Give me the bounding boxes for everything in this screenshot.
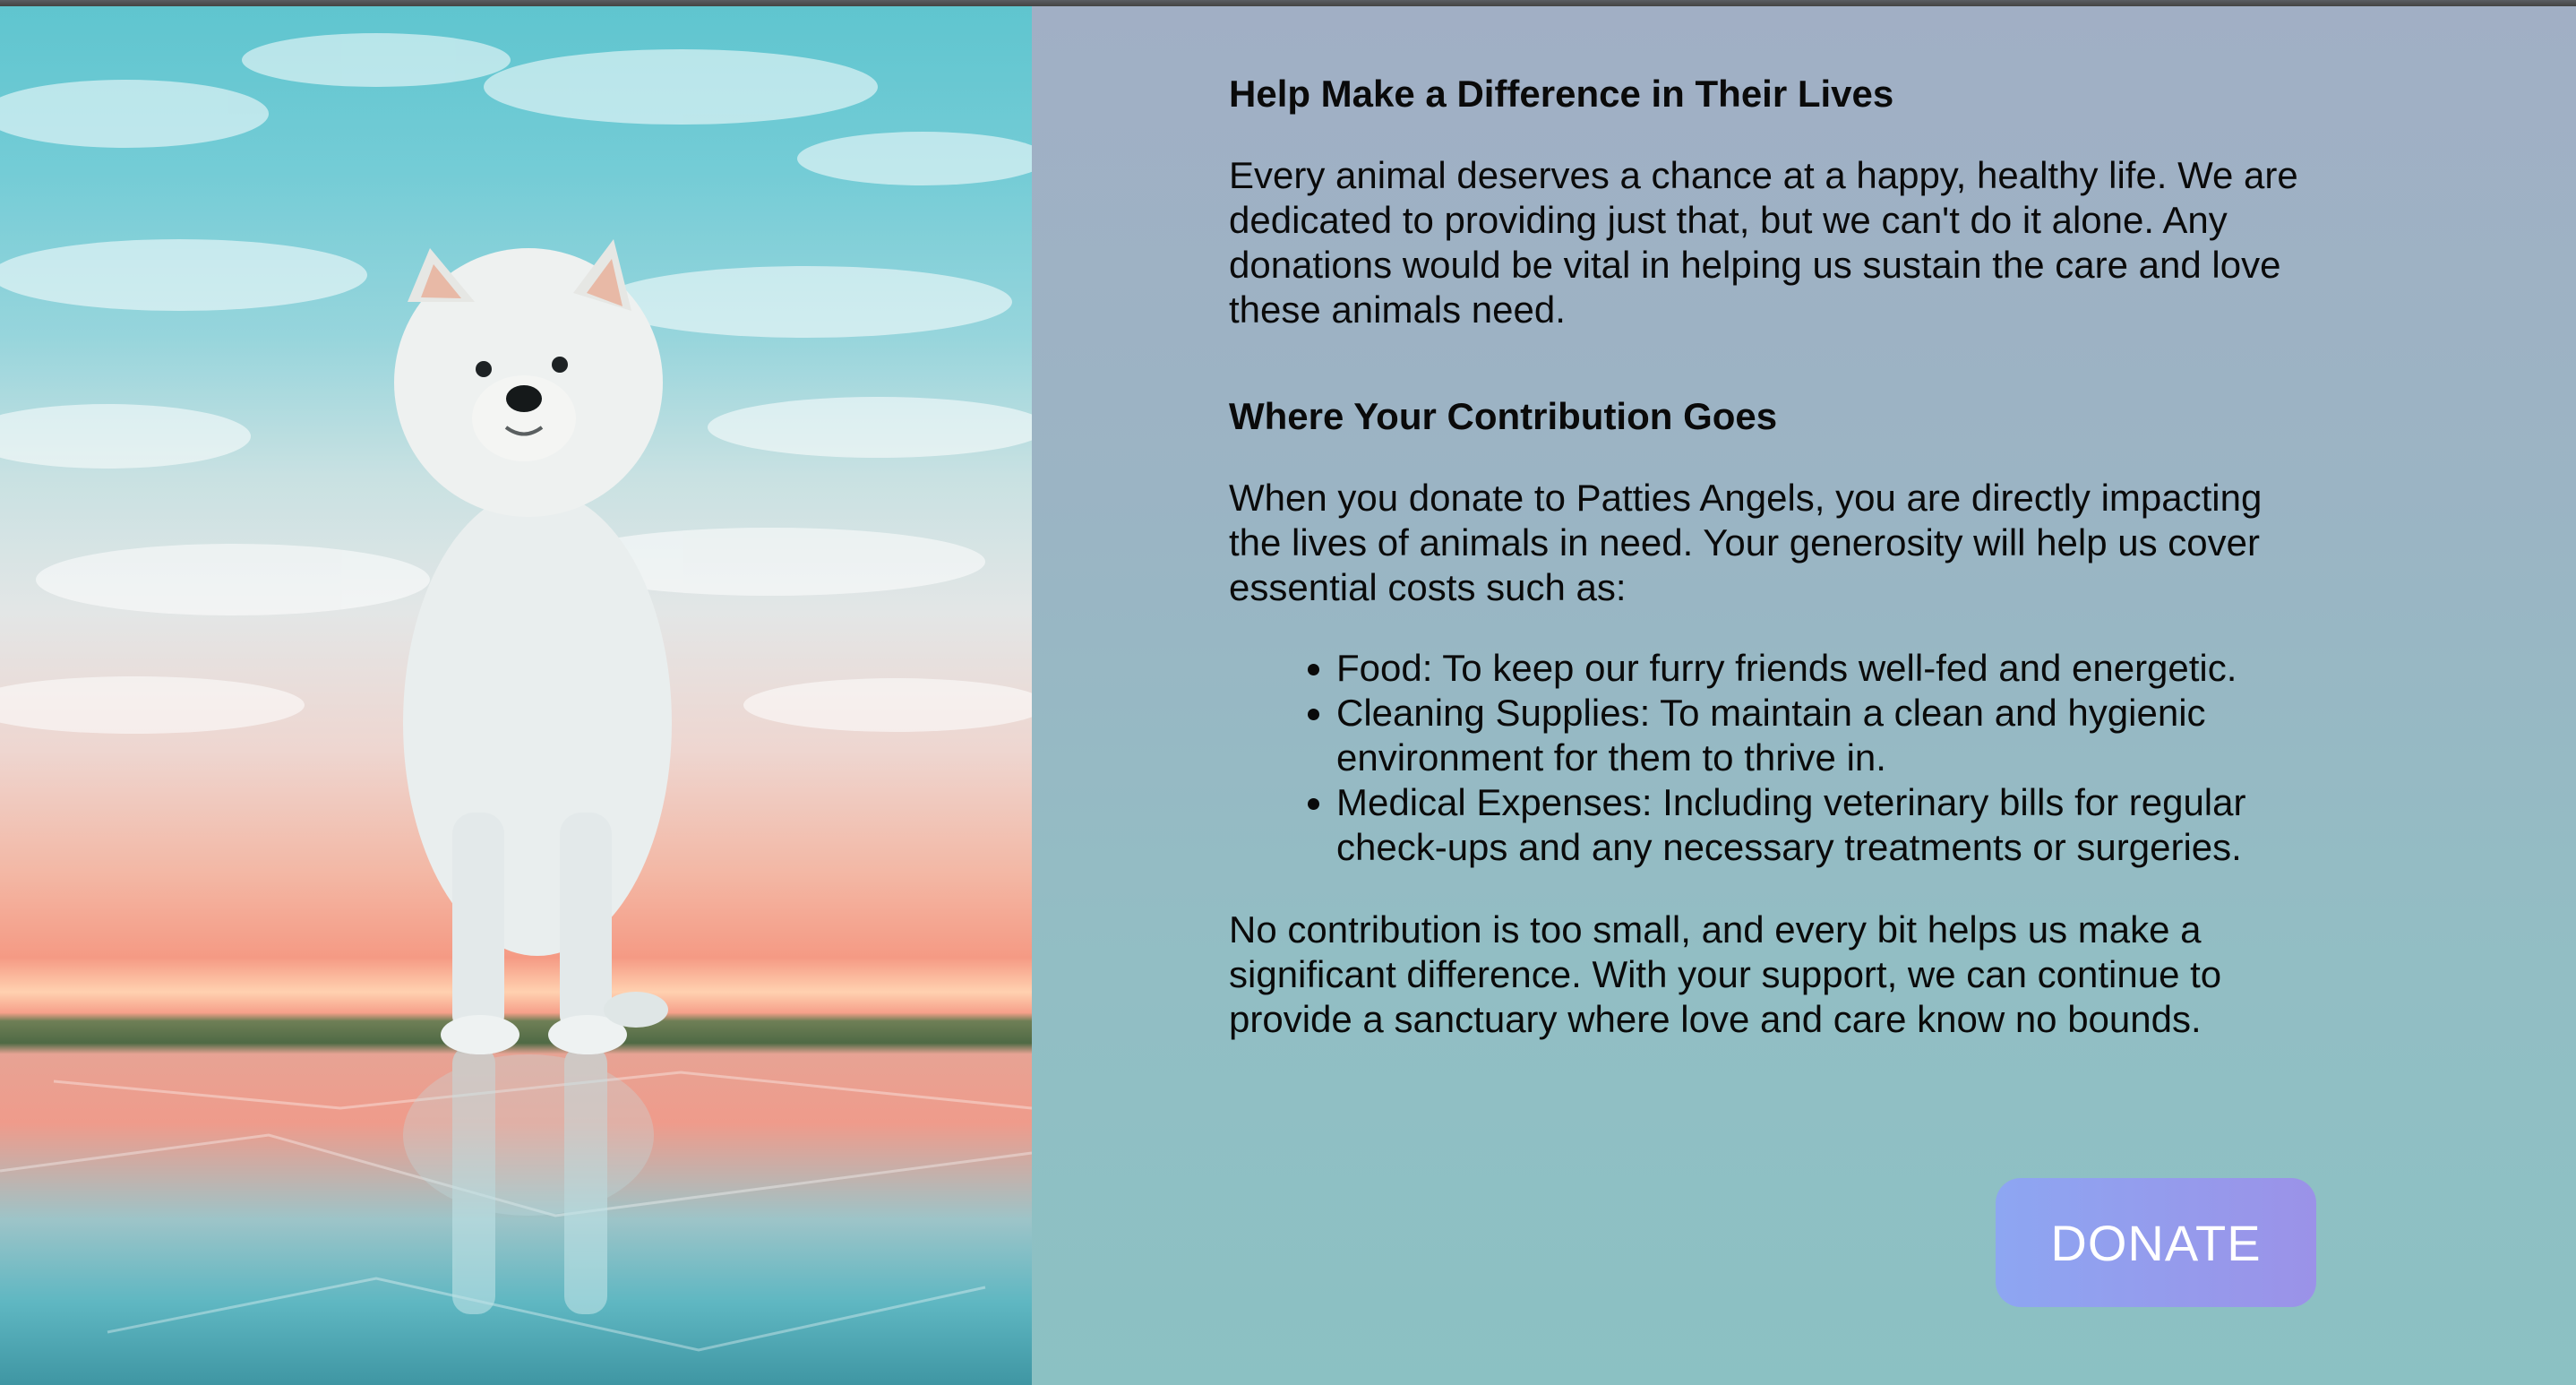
donate-button[interactable]: DONATE — [1996, 1178, 2316, 1307]
window-top-edge — [0, 0, 2576, 6]
paragraph-help: Every animal deserves a chance at a happ… — [1229, 154, 2298, 331]
donation-page: Help Make a Difference in Their Lives Ev… — [0, 6, 2576, 1385]
list-item-food: Food: To keep our furry friends well-fed… — [1336, 646, 2304, 691]
heading-contribution: Where Your Contribution Goes — [1229, 395, 1778, 437]
text-column: Help Make a Difference in Their Lives Ev… — [1229, 71, 2304, 1092]
dog-photo-illustration — [0, 33, 1032, 1352]
dog-reflection — [403, 1045, 654, 1314]
list-item-cleaning: Cleaning Supplies: To maintain a clean a… — [1336, 691, 2304, 780]
donation-content: Help Make a Difference in Their Lives Ev… — [1032, 6, 2576, 1385]
paragraph-contribution: When you donate to Patties Angels, you a… — [1229, 477, 2263, 608]
cost-list: Food: To keep our furry friends well-fed… — [1229, 646, 2304, 870]
heading-help: Help Make a Difference in Their Lives — [1229, 73, 1894, 115]
paragraph-closing: No contribution is too small, and every … — [1229, 908, 2222, 1040]
dog — [394, 239, 672, 1054]
hero-photo — [0, 6, 1032, 1385]
list-item-medical: Medical Expenses: Including veterinary b… — [1336, 780, 2304, 870]
